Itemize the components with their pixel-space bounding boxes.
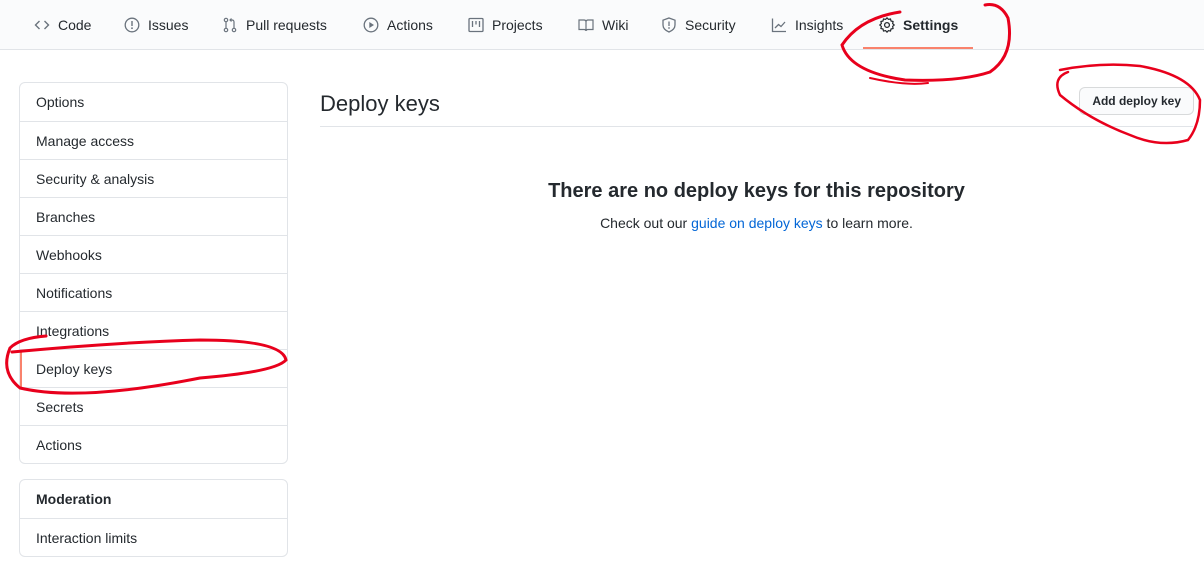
settings-sidebar: Options Manage access Security & analysi… bbox=[19, 82, 288, 464]
tab-label: Projects bbox=[492, 17, 543, 33]
sidebar-item-manage-access[interactable]: Manage access bbox=[20, 121, 287, 159]
blankslate-text-before: Check out our bbox=[600, 215, 692, 231]
repo-nav: Code Issues Pull requests Actions Projec… bbox=[0, 0, 1204, 50]
issue-icon bbox=[124, 17, 140, 33]
blankslate: There are no deploy keys for this reposi… bbox=[320, 180, 1193, 231]
tab-label: Wiki bbox=[602, 17, 629, 33]
selected-tab-indicator bbox=[863, 47, 973, 49]
main-content: Deploy keys Add deploy key There are no … bbox=[320, 82, 1194, 231]
tab-label: Security bbox=[685, 17, 736, 33]
tab-label: Settings bbox=[903, 17, 959, 33]
sidebar-item-notifications[interactable]: Notifications bbox=[20, 273, 287, 311]
subhead: Deploy keys Add deploy key bbox=[320, 82, 1194, 127]
tab-code[interactable]: Code bbox=[34, 0, 91, 50]
tab-settings[interactable]: Settings bbox=[879, 0, 958, 50]
tab-issues[interactable]: Issues bbox=[124, 0, 188, 50]
sidebar-item-integrations[interactable]: Integrations bbox=[20, 311, 287, 349]
tab-insights[interactable]: Insights bbox=[771, 0, 843, 50]
pull-request-icon bbox=[222, 17, 238, 33]
tab-label: Pull requests bbox=[246, 17, 327, 33]
tab-actions[interactable]: Actions bbox=[363, 0, 433, 50]
sidebar-item-webhooks[interactable]: Webhooks bbox=[20, 235, 287, 273]
tab-label: Actions bbox=[387, 17, 433, 33]
tab-security[interactable]: Security bbox=[661, 0, 736, 50]
sidebar-item-secrets[interactable]: Secrets bbox=[20, 387, 287, 425]
page-title: Deploy keys bbox=[320, 91, 440, 116]
deploy-keys-guide-link[interactable]: guide on deploy keys bbox=[691, 215, 823, 231]
sidebar-item-interaction-limits[interactable]: Interaction limits bbox=[20, 518, 287, 556]
blankslate-text-after: to learn more. bbox=[822, 215, 913, 231]
book-icon bbox=[578, 17, 594, 33]
sidebar-item-actions[interactable]: Actions bbox=[20, 425, 287, 463]
tab-label: Code bbox=[58, 17, 92, 33]
tab-pull-requests[interactable]: Pull requests bbox=[222, 0, 327, 50]
project-icon bbox=[468, 17, 484, 33]
shield-icon bbox=[661, 17, 677, 33]
graph-icon bbox=[771, 17, 787, 33]
tab-label: Insights bbox=[795, 17, 844, 33]
play-icon bbox=[363, 17, 379, 33]
moderation-heading: Moderation bbox=[36, 491, 112, 507]
add-deploy-key-button[interactable]: Add deploy key bbox=[1079, 87, 1194, 115]
blankslate-text: Check out our guide on deploy keys to le… bbox=[320, 215, 1193, 231]
tab-wiki[interactable]: Wiki bbox=[578, 0, 628, 50]
tab-projects[interactable]: Projects bbox=[468, 0, 543, 50]
blankslate-heading: There are no deploy keys for this reposi… bbox=[548, 180, 965, 202]
sidebar-item-options[interactable]: Options bbox=[20, 83, 287, 121]
gear-icon bbox=[879, 17, 895, 33]
code-icon bbox=[34, 17, 50, 33]
sidebar-item-security-analysis[interactable]: Security & analysis bbox=[20, 159, 287, 197]
sidebar-item-branches[interactable]: Branches bbox=[20, 197, 287, 235]
moderation-sidebar: Moderation Interaction limits bbox=[19, 479, 288, 557]
tab-label: Issues bbox=[148, 17, 189, 33]
sidebar-item-deploy-keys[interactable]: Deploy keys bbox=[20, 349, 287, 387]
